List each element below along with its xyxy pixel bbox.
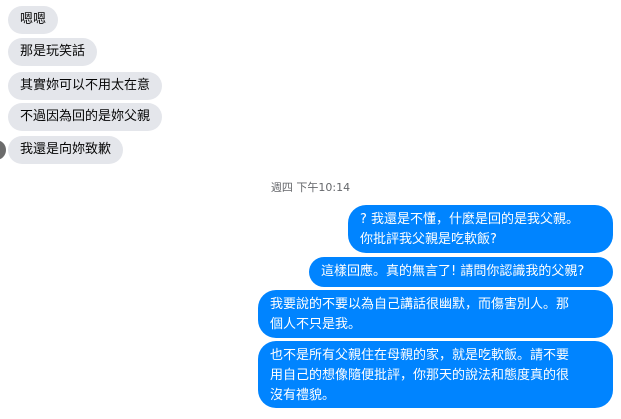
outgoing-message[interactable]: 我要說的不要以為自己講話很幽默，而傷害別人。那 個人不只是我。 [258, 290, 613, 338]
chat-conversation: 嗯嗯 那是玩笑話 其實妳可以不用太在意 不過因為回的是妳父親 我還是向妳致歉 週… [0, 0, 621, 419]
outgoing-message[interactable]: 也不是所有父親住在母親的家，就是吃軟飯。請不要 用自己的想像隨便批評，你那天的說… [258, 341, 613, 408]
incoming-message[interactable]: 嗯嗯 [8, 6, 59, 34]
outgoing-message[interactable]: ? 我還是不懂，什麼是回的是我父親。 你批評我父親是吃軟飯? [348, 205, 613, 253]
message-timestamp: 週四 下午10:14 [270, 181, 351, 194]
incoming-message[interactable]: 不過因為回的是妳父親 [8, 103, 163, 131]
outgoing-message[interactable]: 這樣回應。真的無言了! 請問你認識我的父親? [309, 257, 613, 287]
incoming-message[interactable]: 那是玩笑話 [8, 38, 98, 66]
incoming-message[interactable]: 其實妳可以不用太在意 [8, 72, 163, 100]
contact-avatar[interactable] [0, 140, 6, 160]
incoming-message[interactable]: 我還是向妳致歉 [8, 136, 124, 164]
